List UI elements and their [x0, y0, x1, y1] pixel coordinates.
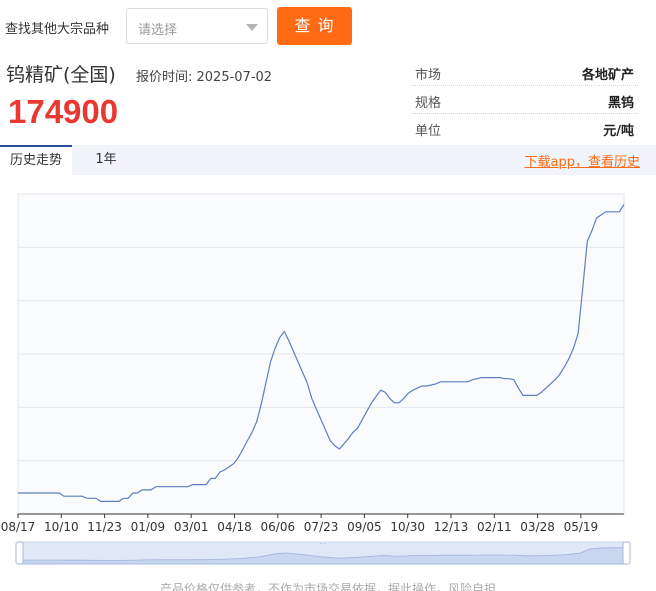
variety-select[interactable]: 请选择 [126, 8, 268, 44]
download-app-link[interactable]: 下载app，查看历史 [525, 151, 640, 170]
search-label: 查找其他大宗品种 [5, 22, 110, 37]
info-row-unit: 单位 元/吨 [412, 114, 638, 142]
info-row-spec: 规格 黑钨 [412, 86, 638, 114]
range-handle-right[interactable] [622, 541, 631, 565]
price-value: 174900 [8, 93, 119, 130]
info-value: 黑钨 [607, 96, 634, 111]
range-handle-left[interactable] [15, 541, 24, 565]
chart-svg: 08/17 10/10 11/23 01/09 03/01 04/18 06/06 07/23… [1, 193, 631, 565]
x-tick-label: 02/11 [477, 520, 512, 534]
x-tick-label: 01/09 [131, 520, 166, 534]
search-row: 查找其他大宗品种 请选择 查 询 [0, 0, 656, 52]
chevron-down-icon [246, 24, 258, 31]
query-button[interactable]: 查 询 [277, 7, 352, 45]
select-placeholder: 请选择 [138, 23, 178, 38]
info-key: 市场 [415, 68, 442, 83]
x-tick-label: 10/10 [44, 520, 79, 534]
tab-history[interactable]: 历史走势 [0, 145, 72, 175]
quote-time: 报价时间: 2025-07-02 [136, 70, 273, 85]
x-tick-label: 07/23 [304, 520, 339, 534]
x-tick-label: 09/05 [347, 520, 382, 534]
info-value: 元/吨 [603, 124, 634, 139]
info-key: 规格 [415, 96, 442, 111]
price-chart: 08/17 10/10 11/23 01/09 03/01 04/18 06/06 07/23… [0, 178, 656, 591]
x-tick-label: 12/13 [434, 520, 469, 534]
product-name: 钨精矿(全国) [6, 64, 116, 86]
tab-1-year[interactable]: 1年 [86, 145, 126, 175]
info-key: 单位 [415, 124, 442, 139]
range-grip-icon: ⋯ [319, 539, 327, 548]
x-tick-label: 04/18 [217, 520, 252, 534]
x-tick-label: 05/19 [564, 520, 599, 534]
tabs-bar: 历史走势 1年 下载app，查看历史 [0, 145, 656, 175]
info-value: 各地矿产 [581, 68, 634, 83]
x-tick-label: 06/06 [261, 520, 296, 534]
x-tick-label: 03/28 [520, 520, 555, 534]
x-tick-label: 10/30 [390, 520, 425, 534]
info-row-market: 市场 各地矿产 [412, 58, 638, 86]
info-table: 市场 各地矿产 规格 黑钨 单位 元/吨 [412, 58, 638, 142]
x-tick-label: 08/17 [1, 520, 36, 534]
disclaimer: 产品价格仅供参考，不作为市场交易依据，据此操作，风险自担 [160, 582, 497, 591]
x-tick-label: 11/23 [87, 520, 122, 534]
x-tick-label: 03/01 [174, 520, 209, 534]
